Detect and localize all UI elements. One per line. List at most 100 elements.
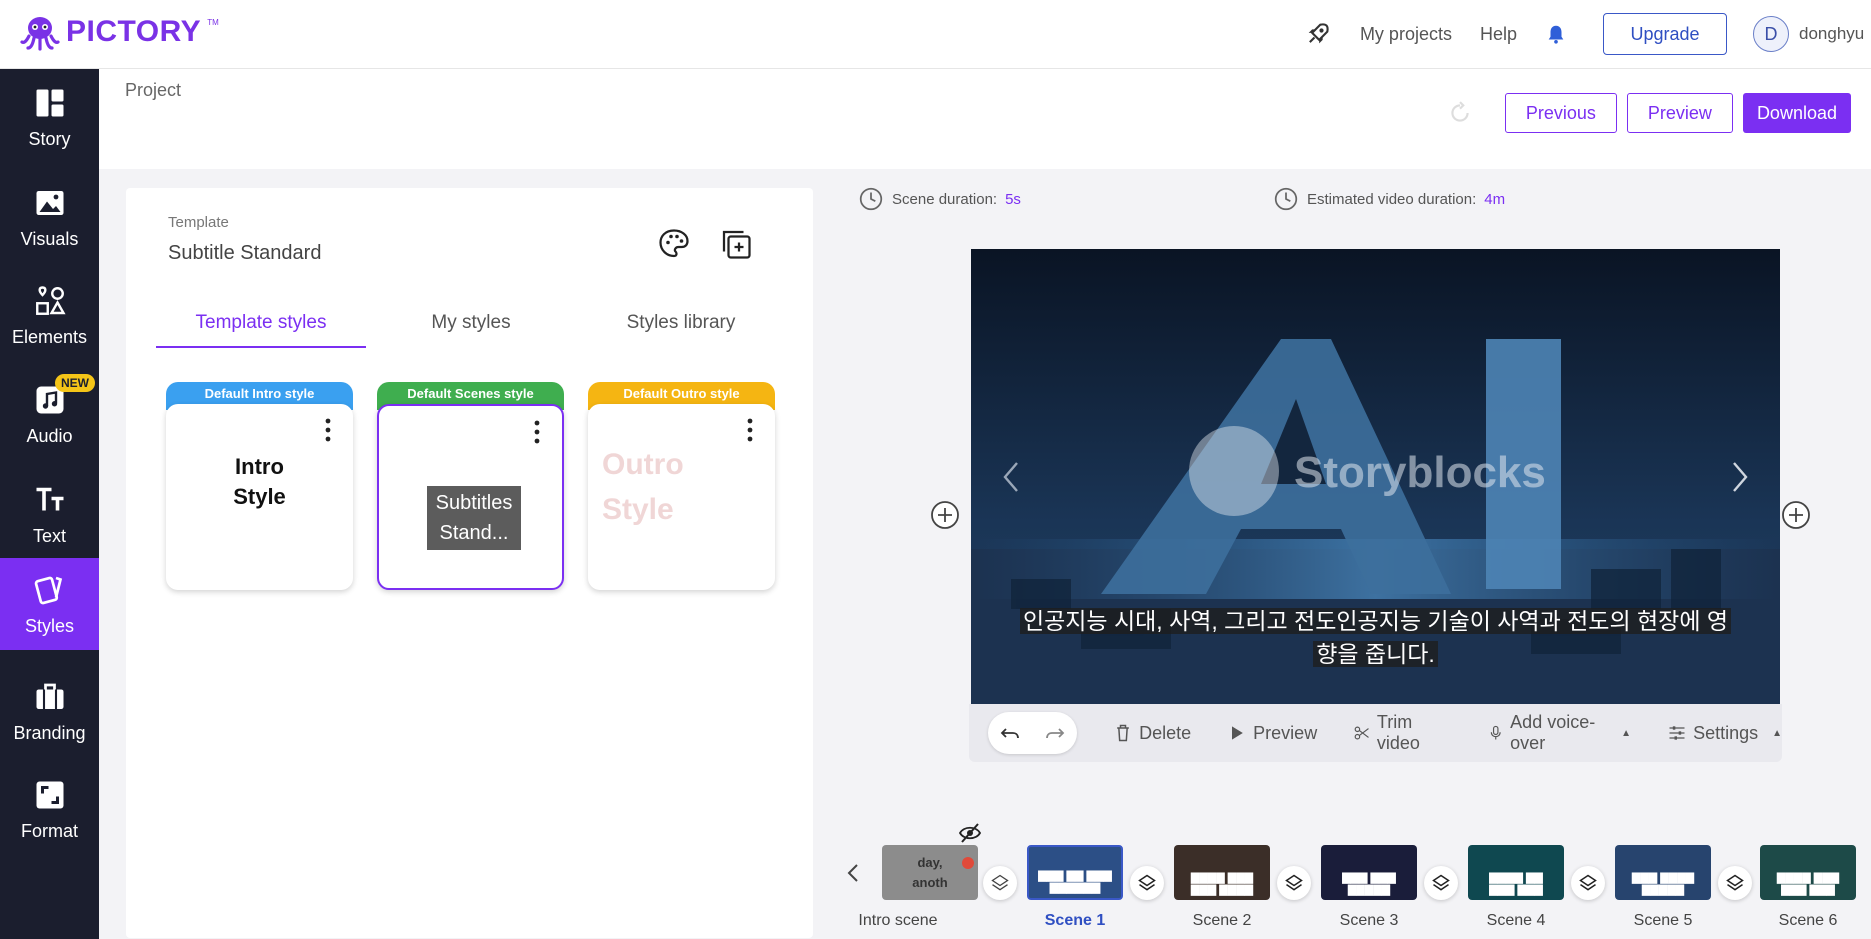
template-name: Subtitle Standard [168, 242, 322, 264]
transition-button[interactable] [1277, 866, 1311, 900]
sidebar-item-elements[interactable]: Elements [0, 267, 99, 363]
eye-slash-icon[interactable] [958, 822, 982, 844]
project-actions: Previous Preview Download [1447, 93, 1851, 133]
kebab-menu-icon[interactable] [534, 420, 540, 444]
bell-icon[interactable] [1545, 23, 1567, 45]
tab-my-styles[interactable]: My styles [366, 306, 576, 348]
add-scene-after-icon[interactable] [1781, 500, 1811, 530]
intro-style-card[interactable]: Default Intro style Intro Style [166, 382, 353, 592]
tab-styles-library[interactable]: Styles library [576, 306, 786, 348]
outro-style-preview: Outro Style [602, 442, 684, 532]
scene-thumbnail-3[interactable]: ▇▇▇ ▇▇▇ ▇▇▇▇▇ [1321, 845, 1417, 900]
scene-preview-button[interactable]: Preview [1227, 723, 1317, 744]
delete-button[interactable]: Delete [1113, 723, 1191, 744]
avatar[interactable]: D [1753, 16, 1789, 52]
previous-scene-arrow-icon[interactable] [999, 457, 1023, 497]
scene-label: Scene 1 [1044, 912, 1106, 929]
sidebar-item-story[interactable]: Story [0, 69, 99, 165]
sync-icon [1451, 101, 1469, 122]
kebab-menu-icon[interactable] [325, 418, 331, 442]
sidebar-item-branding[interactable]: Branding [0, 663, 99, 759]
thumb-subtitle: ▇▇▇ ▇▇▇▇ ▇▇▇▇▇ [1631, 872, 1695, 896]
preview-line: Style [602, 493, 674, 526]
transition-button[interactable] [1571, 866, 1605, 900]
image-icon [36, 190, 63, 215]
palette-icon[interactable] [656, 226, 692, 262]
scene-duration: Scene duration: 5s [858, 186, 1021, 212]
settings-label: Settings [1693, 722, 1759, 743]
caret-up-icon: ▲ [1772, 727, 1783, 739]
card-body[interactable]: Subtitles Stand... [377, 404, 564, 590]
username[interactable]: donghyu [1799, 24, 1871, 44]
undo-icon[interactable] [998, 721, 1022, 745]
scene-thumbnail-5[interactable]: ▇▇▇ ▇▇▇▇ ▇▇▇▇▇ [1615, 845, 1711, 900]
scene-thumbnail-intro[interactable]: day, anoth [882, 845, 978, 900]
styles-panel: Template Subtitle Standard Template styl… [126, 188, 813, 938]
preview-line: Intro [235, 454, 284, 479]
transition-button[interactable] [1718, 866, 1752, 900]
scene-thumbnail-2[interactable]: ▇▇▇▇ ▇▇▇ ▇▇▇ ▇▇▇▇ [1174, 845, 1270, 900]
scene-thumbnail-6[interactable]: ▇▇▇▇ ▇▇▇ ▇▇▇ ▇▇▇ [1760, 845, 1856, 900]
scene-thumbnail-4[interactable]: ▇▇▇▇ ▇▇ ▇▇▇ ▇▇▇ [1468, 845, 1564, 900]
sidebar-item-format[interactable]: Format [0, 761, 99, 857]
sidebar-item-label: Story [28, 128, 71, 149]
video-preview[interactable]: Storyblocks 인공지능 시대, 사역, 그리고 전도인공지능 기술이 … [971, 249, 1780, 704]
layers-icon [1726, 874, 1744, 891]
sidebar-item-text[interactable]: Text [0, 466, 99, 562]
sidebar-item-styles[interactable]: Styles [0, 558, 99, 650]
layers-icon [1138, 874, 1156, 891]
thumb-subtitle: ▇▇▇▇ ▇▇ ▇▇▇ ▇▇▇ [1489, 872, 1543, 896]
next-scene-arrow-icon[interactable] [1728, 457, 1752, 497]
scene-thumbnail-1[interactable]: ▇▇▇ ▇▇ ▇▇▇ ▇▇▇▇▇▇ [1027, 845, 1123, 900]
help-link[interactable]: Help [1480, 24, 1517, 45]
rocket-icon[interactable] [1304, 20, 1332, 48]
scene-label: Scene 6 [1778, 912, 1838, 929]
clock-icon [859, 187, 883, 211]
download-button[interactable]: Download [1742, 93, 1851, 133]
logo-trademark: TM [207, 17, 219, 27]
sidebar-item-audio[interactable]: NEW Audio [0, 366, 99, 462]
pictory-logo[interactable]: PICTORY TM [20, 12, 219, 52]
styles-icon [34, 576, 62, 604]
octopus-logo-icon [20, 17, 60, 51]
thumb-subtitle: ▇▇▇ ▇▇ ▇▇▇ ▇▇▇▇▇▇ [1038, 870, 1112, 894]
add-voiceover-button[interactable]: Add voice-over ▲ [1487, 712, 1631, 754]
settings-button[interactable]: Settings ▲ [1667, 723, 1782, 744]
my-projects-link[interactable]: My projects [1360, 24, 1452, 45]
preview-line: Subtitles [435, 492, 513, 514]
duplicate-icon[interactable] [718, 226, 754, 262]
kebab-menu-icon[interactable] [747, 418, 753, 442]
scene-toolbar: Delete Preview Trim video Add voice-over… [969, 704, 1782, 762]
format-icon [36, 781, 63, 808]
preview-line: Stand... [439, 522, 509, 544]
transition-button[interactable] [1424, 866, 1458, 900]
transition-button[interactable] [1130, 866, 1164, 900]
trim-label: Trim video [1376, 712, 1420, 753]
card-body[interactable]: Outro Style [588, 404, 775, 590]
sidebar-item-label: Format [20, 820, 78, 841]
redo-icon[interactable] [1043, 721, 1067, 745]
scenes-style-card[interactable]: Default Scenes style Subtitles Stand... [377, 382, 564, 592]
thumb-subtitle: ▇▇▇ ▇▇▇ ▇▇▇▇▇ [1342, 872, 1396, 896]
outro-style-card[interactable]: Default Outro style Outro Style [588, 382, 775, 592]
project-title[interactable]: Project [125, 80, 181, 101]
scissors-icon [1354, 726, 1370, 740]
microphone-icon [1490, 725, 1501, 740]
sidebar: Story Visuals Elements NEW Audio Text St… [0, 69, 99, 939]
add-scene-before-icon[interactable] [930, 500, 960, 530]
project-bar: Project Previous Preview Download [99, 69, 1871, 169]
upgrade-button[interactable]: Upgrade [1603, 13, 1727, 55]
sidebar-item-visuals[interactable]: Visuals [0, 169, 99, 265]
timeline-left-arrow-icon[interactable] [846, 862, 860, 884]
preview-button[interactable]: Preview [1626, 93, 1733, 133]
previous-button[interactable]: Previous [1504, 93, 1617, 133]
estimated-duration-value: 4m [1484, 190, 1506, 208]
card-body[interactable]: Intro Style [166, 404, 353, 590]
trim-video-button[interactable]: Trim video [1353, 712, 1450, 754]
transition-button[interactable] [983, 866, 1017, 900]
tab-template-styles[interactable]: Template styles [156, 306, 366, 348]
preview-line: Style [233, 484, 286, 509]
scene-label: Scene 3 [1339, 912, 1399, 929]
scene-timeline: day, anoth Intro scene ▇▇▇ ▇▇ ▇▇▇ ▇▇▇▇▇▇ S… [840, 822, 1871, 939]
template-label: Template [168, 214, 229, 231]
